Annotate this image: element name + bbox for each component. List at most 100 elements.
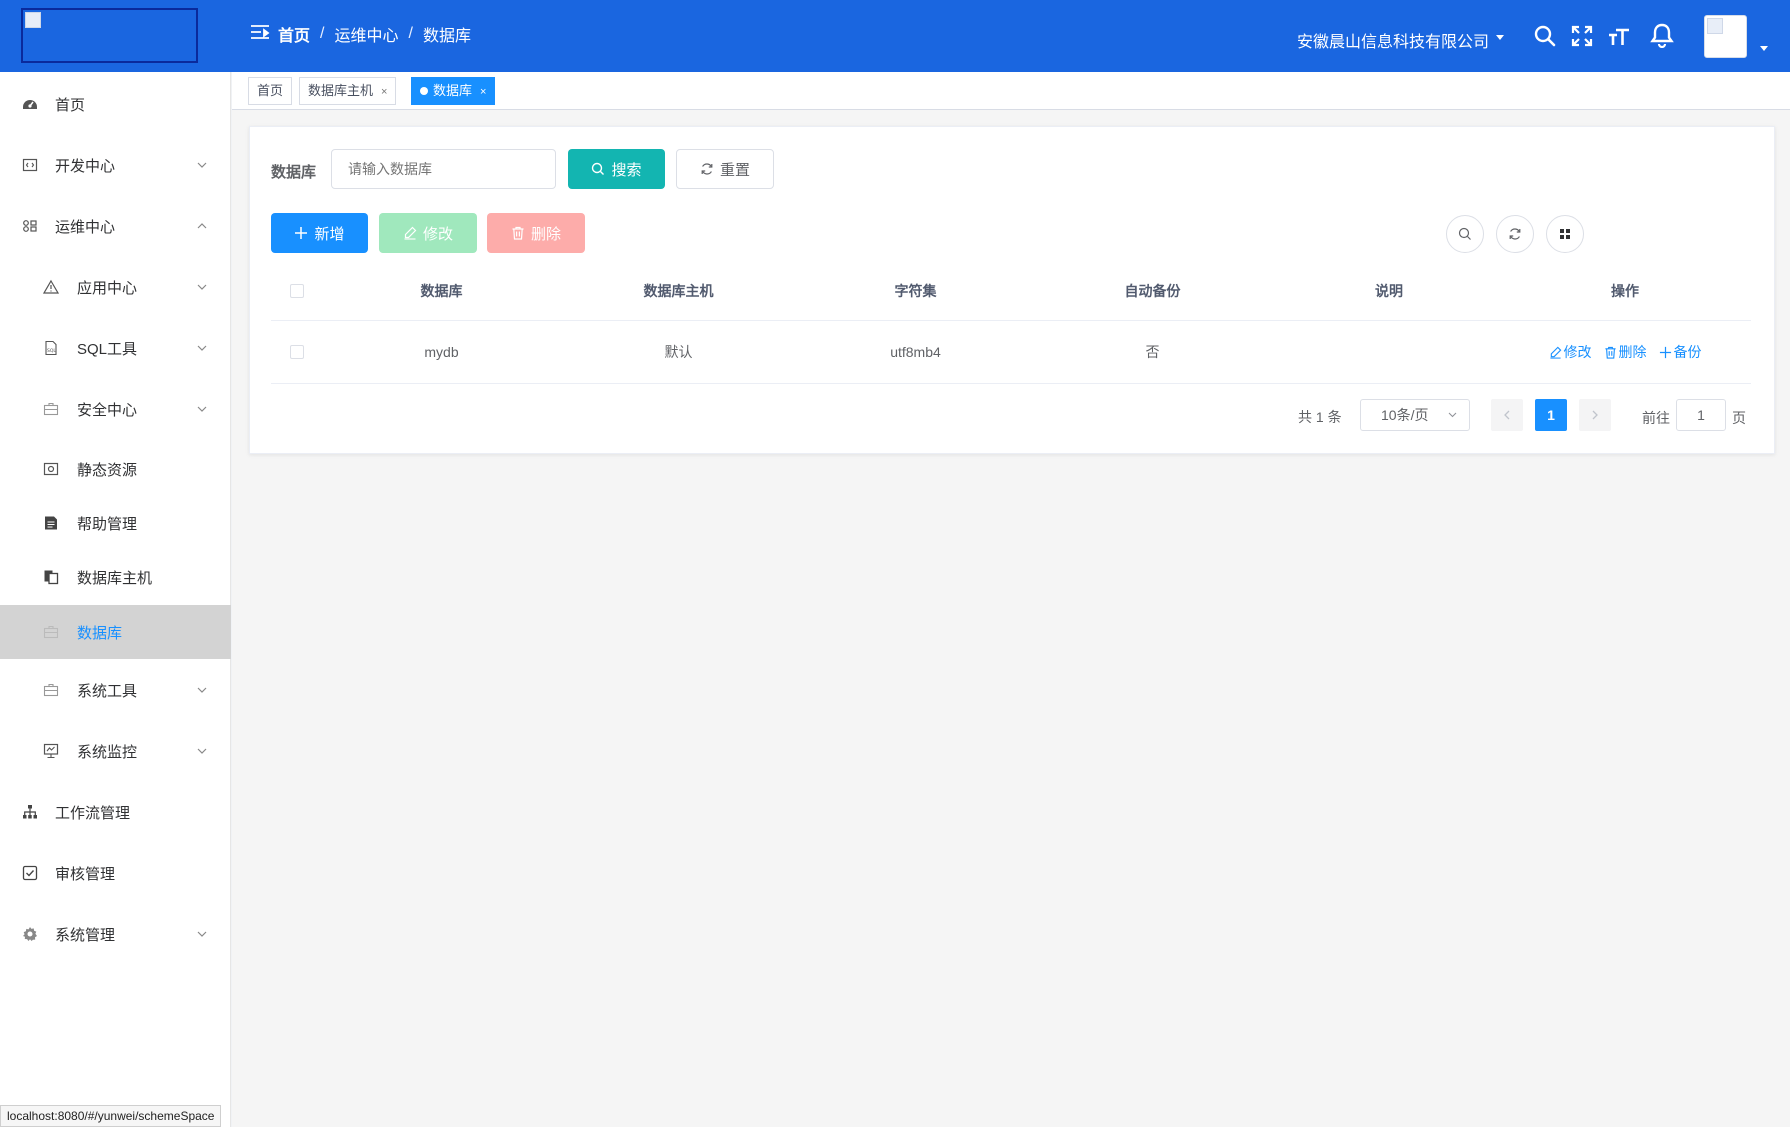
sidebar-item-label: 开发中心 (55, 157, 116, 175)
cell-actions: 修改 删除 备份 (1507, 321, 1743, 383)
reset-button-label: 重置 (719, 161, 750, 179)
select-all-checkbox[interactable] (290, 283, 304, 298)
goto-page-input[interactable] (1676, 399, 1726, 431)
sidebar-item-system-tools[interactable]: 系统工具 (0, 663, 231, 717)
sidebar-item-system-monitor[interactable]: 系统监控 (0, 724, 231, 778)
edit-button[interactable]: 修改 (379, 213, 477, 253)
chevron-down-icon (197, 284, 207, 290)
page-size-value: 10条/页 (1381, 407, 1429, 423)
database-card: 数据库 搜索 重置 新增 修改 删除 (249, 126, 1775, 454)
caret-down-icon[interactable] (1496, 35, 1504, 40)
caret-down-icon[interactable] (1760, 46, 1768, 51)
close-icon[interactable]: × (480, 86, 486, 98)
breadcrumb-home[interactable]: 首页 (278, 22, 310, 46)
row-edit-link[interactable]: 修改 (1549, 342, 1592, 362)
delete-button[interactable]: 删除 (487, 213, 585, 253)
tab-label: 首页 (257, 83, 284, 98)
sidebar-item-sql-tool[interactable]: SQL SQL工具 (0, 321, 231, 375)
sidebar-item-dev-center[interactable]: 开发中心 (0, 138, 231, 192)
row-delete-link[interactable]: 删除 (1604, 342, 1647, 362)
sidebar-item-static-resources[interactable]: 静态资源 (0, 442, 231, 496)
row-checkbox[interactable] (290, 345, 304, 359)
toggle-search-button[interactable] (1446, 215, 1484, 253)
table-row[interactable]: mydb 默认 utf8mb4 否 修改 删除 备份 (271, 321, 1751, 384)
sidebar-item-label: 审核管理 (55, 865, 116, 883)
sidebar-item-security-center[interactable]: 安全中心 (0, 382, 231, 436)
bell-icon[interactable] (1649, 22, 1675, 48)
image-icon (43, 462, 59, 476)
broken-image-icon (25, 12, 41, 28)
database-table: 数据库 数据库主机 字符集 自动备份 说明 操作 mydb 默认 utf8mb4… (271, 261, 1751, 384)
sidebar-item-system-admin[interactable]: 系统管理 (0, 907, 231, 961)
breadcrumb-ops-center[interactable]: 运维中心 (334, 22, 398, 46)
search-button[interactable]: 搜索 (568, 149, 665, 189)
row-backup-link[interactable]: 备份 (1659, 342, 1702, 362)
close-icon[interactable]: × (381, 86, 387, 98)
sidebar-item-app-center[interactable]: 应用中心 (0, 260, 231, 314)
sidebar-item-home[interactable]: 首页 (0, 77, 231, 131)
svg-text:SQL: SQL (47, 348, 56, 354)
goto-label: 前往 (1642, 410, 1670, 426)
tab-db-host[interactable]: 数据库主机 × (299, 77, 397, 105)
column-header: 说明 (1375, 282, 1403, 299)
sidebar-item-label: 首页 (55, 96, 86, 114)
status-bar-url: localhost:8080/#/yunwei/schemeSpace (0, 1105, 222, 1127)
sidebar-item-label: 系统管理 (55, 926, 116, 944)
chevron-down-icon (197, 162, 207, 168)
column-header: 数据库 (420, 282, 463, 299)
trash-icon (512, 226, 524, 240)
prev-page-button[interactable] (1491, 399, 1523, 431)
sidebar-item-workflow[interactable]: 工作流管理 (0, 785, 231, 839)
font-size-icon[interactable] (1607, 24, 1631, 48)
logo[interactable] (21, 8, 198, 63)
briefcase-icon (43, 402, 59, 416)
main-content: 数据库 搜索 重置 新增 修改 删除 (232, 110, 1790, 1127)
ops-icon (23, 220, 37, 232)
select-all-cell (271, 261, 323, 320)
active-dot-icon (420, 87, 428, 95)
page-size-select[interactable]: 10条/页 (1360, 399, 1470, 431)
dashboard-icon (23, 100, 37, 109)
database-search-input[interactable] (331, 149, 556, 189)
tab-home[interactable]: 首页 (248, 77, 293, 105)
sidebar-item-ops-center[interactable]: 运维中心 (0, 199, 231, 253)
breadcrumb-separator: / (408, 25, 413, 42)
fullscreen-icon[interactable] (1570, 24, 1594, 48)
gear-icon (23, 927, 37, 941)
sidebar-item-help[interactable]: 帮助管理 (0, 496, 231, 550)
refresh-button[interactable] (1496, 215, 1534, 253)
column-header: 字符集 (894, 282, 937, 299)
cell-auto-backup: 否 (1145, 344, 1160, 360)
add-button[interactable]: 新增 (271, 213, 368, 253)
search-icon[interactable] (1533, 24, 1557, 48)
copy-icon (44, 570, 59, 585)
chevron-down-icon (197, 748, 207, 754)
breadcrumb-separator: / (320, 25, 325, 42)
chevron-down-icon (197, 345, 207, 351)
chevron-down-icon (197, 687, 207, 693)
sidebar-item-label: 系统监控 (77, 743, 138, 761)
chevron-up-icon (197, 223, 207, 229)
next-page-button[interactable] (1579, 399, 1611, 431)
sidebar-item-label: 工作流管理 (55, 804, 131, 822)
sidebar-item-label: 静态资源 (77, 461, 138, 479)
tags-bar: 首页 数据库主机 × 数据库 × (232, 72, 1790, 110)
hamburger-icon[interactable] (249, 22, 271, 44)
search-icon (1458, 227, 1471, 240)
sidebar-item-database[interactable]: 数据库 (0, 605, 231, 659)
plus-icon (1659, 346, 1671, 358)
trash-icon (1604, 346, 1616, 359)
company-selector[interactable]: 安徽晨山信息科技有限公司 (1297, 28, 1489, 52)
sidebar-item-audit[interactable]: 审核管理 (0, 846, 231, 900)
columns-button[interactable] (1546, 215, 1584, 253)
avatar[interactable] (1704, 15, 1747, 58)
sidebar-item-label: 系统工具 (77, 682, 138, 700)
sidebar-item-db-host[interactable]: 数据库主机 (0, 550, 231, 604)
reset-button[interactable]: 重置 (676, 149, 774, 189)
row-edit-label: 修改 (1563, 344, 1592, 360)
row-select-cell (271, 321, 323, 383)
tab-database[interactable]: 数据库 × (411, 77, 496, 105)
cell-note (1271, 321, 1507, 383)
chevron-down-icon (197, 931, 207, 937)
page-number-button[interactable]: 1 (1535, 399, 1567, 431)
